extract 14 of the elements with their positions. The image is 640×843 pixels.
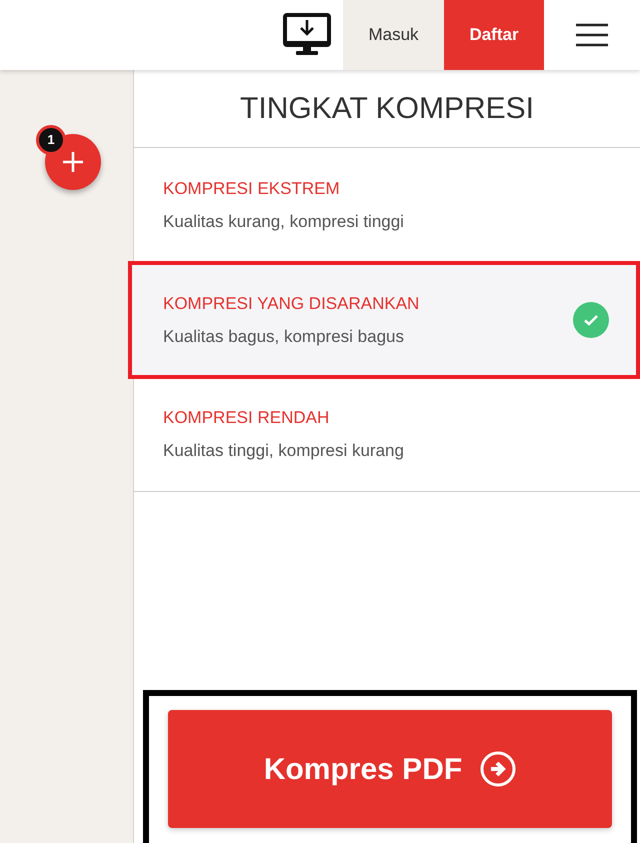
- option-description: Kualitas kurang, kompresi tinggi: [163, 211, 405, 233]
- compress-button[interactable]: Kompres PDF: [168, 710, 612, 828]
- option-title: KOMPRESI YANG DISARANKAN: [163, 292, 420, 314]
- login-button[interactable]: Masuk: [343, 0, 444, 70]
- plus-icon: [61, 150, 85, 174]
- file-count-badge: 1: [36, 125, 66, 155]
- option-description: Kualitas bagus, kompresi bagus: [163, 326, 405, 348]
- signup-button[interactable]: Daftar: [444, 0, 544, 70]
- option-title: KOMPRESI RENDAH: [163, 406, 330, 428]
- check-icon: [572, 301, 610, 339]
- compression-option[interactable]: KOMPRESI YANG DISARANKAN Kualitas bagus, kompresi bagus: [128, 261, 640, 379]
- arrow-right-icon: [480, 751, 516, 787]
- option-description: Kualitas tinggi, kompresi kurang: [163, 440, 405, 462]
- option-title: KOMPRESI EKSTREM: [163, 178, 341, 200]
